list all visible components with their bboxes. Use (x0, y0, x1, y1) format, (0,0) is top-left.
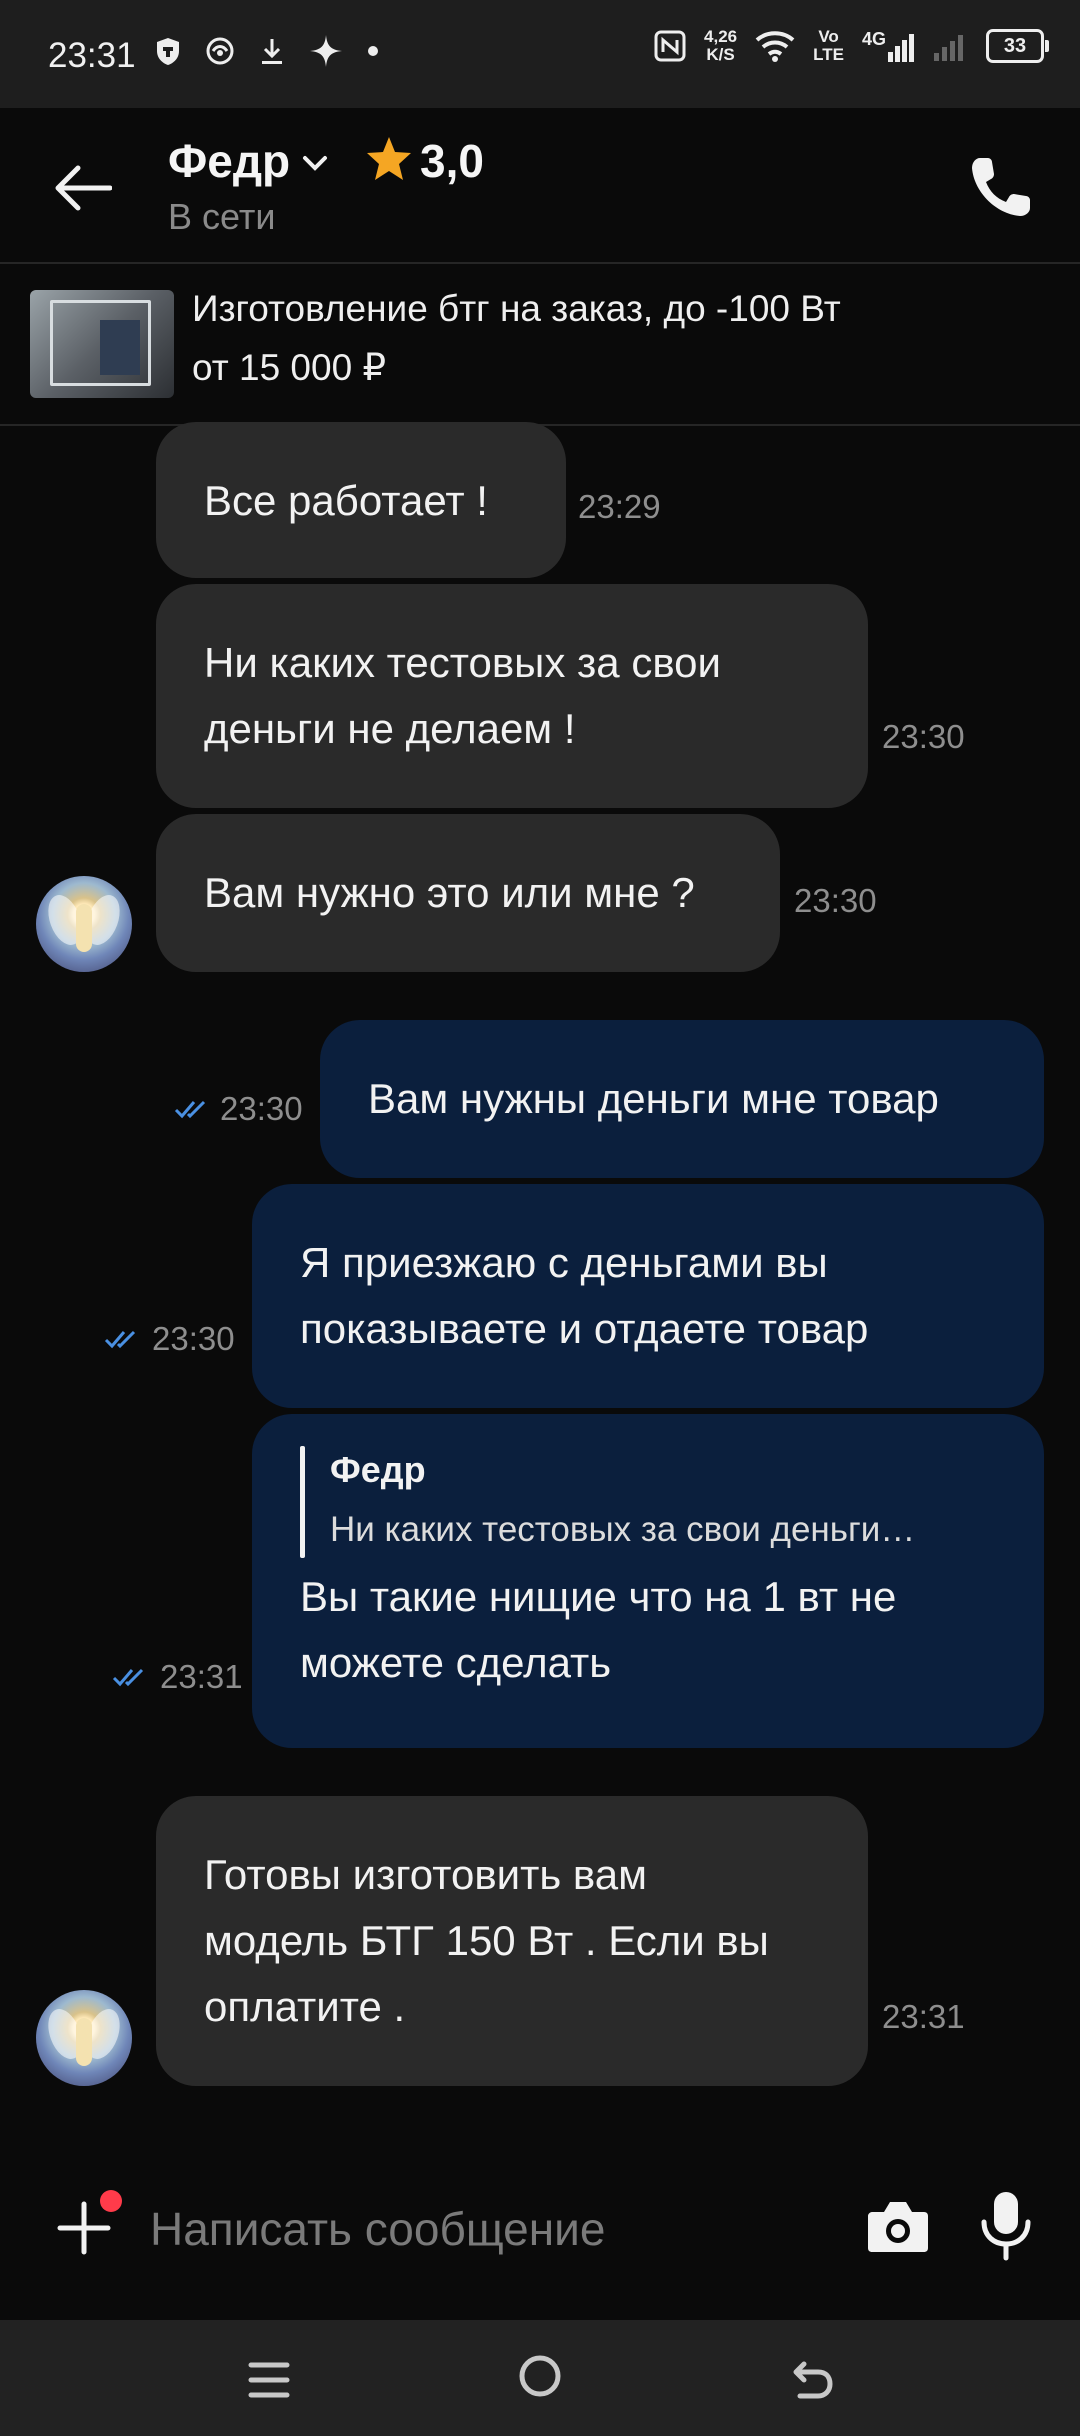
speed-value: 4,26 (704, 27, 738, 46)
message-time: 23:30 (882, 718, 965, 755)
read-ticks-icon (112, 1668, 144, 1687)
message-text: Готовы изготовить вам модель БТГ 150 Вт … (204, 1842, 769, 2040)
camera-icon[interactable] (866, 2196, 930, 2256)
status-right-icons: 4,26 K/S Vo LTE 4G 33 (654, 28, 1049, 64)
shield-icon (157, 38, 179, 65)
seller-rating: 3,0 (420, 135, 484, 187)
status-time: 23:31 (48, 36, 136, 75)
signal-icon (888, 34, 914, 62)
battery-icon: 33 (986, 29, 1049, 63)
message-bubble-outgoing[interactable]: Федр Ни каких тестовых за свои деньги… В… (252, 1414, 1044, 1748)
message-time: 23:31 (160, 1658, 243, 1695)
message-input[interactable]: Написать сообщение (150, 2202, 605, 2256)
message-time: 23:31 (882, 1998, 965, 2035)
message-line: модель БТГ 150 Вт . Если вы (204, 1917, 769, 1964)
listing-thumbnail[interactable] (30, 290, 174, 398)
message-line: Я приезжаю с деньгами вы (300, 1239, 828, 1286)
message-text: Я приезжаю с деньгами вы показываете и о… (300, 1230, 868, 1362)
message-bubble-outgoing[interactable]: Я приезжаю с деньгами вы показываете и о… (252, 1184, 1044, 1408)
status-bar: 23:31 4,26 K/S Vo LTE 4G 33 (0, 0, 1080, 108)
message-bubble-incoming[interactable]: Все работает ! (156, 422, 566, 578)
thumbnail-detail (100, 320, 140, 375)
message-text: Ни каких тестовых за свои деньги не дела… (204, 630, 721, 762)
message-bubble-incoming[interactable]: Ни каких тестовых за свои деньги не дела… (156, 584, 868, 808)
message-time: 23:30 (152, 1320, 235, 1357)
message-composer: Написать сообщение (0, 2160, 1080, 2320)
message-text: Вы такие нищие что на 1 вт не можете сде… (300, 1564, 896, 1696)
home-circle-icon[interactable] (518, 2354, 562, 2398)
message-bubble-incoming[interactable]: Вам нужно это или мне ? (156, 814, 780, 972)
wifi-icon (755, 31, 795, 62)
sparkle-icon (310, 35, 342, 67)
dot-icon (368, 46, 378, 56)
volte-bottom: LTE (813, 45, 844, 64)
back-nav-icon[interactable] (790, 2356, 834, 2400)
status-left-icons (155, 34, 379, 68)
system-nav-bar (0, 2320, 1080, 2436)
recents-menu-icon[interactable] (248, 2360, 290, 2400)
star-icon (367, 137, 411, 180)
cellular-4g: 4G (862, 30, 916, 62)
chevron-down-icon[interactable] (300, 152, 330, 176)
message-line: Ни каких тестовых за свои (204, 639, 721, 686)
speed-unit: K/S (706, 45, 735, 64)
message-bubble-incoming[interactable]: Готовы изготовить вам модель БТГ 150 Вт … (156, 1796, 868, 2086)
listing-title[interactable]: Изготовление бтг на заказ, до -100 Вт (192, 288, 841, 330)
message-line: показываете и отдаете товар (300, 1305, 869, 1352)
message-time: 23:29 (578, 488, 661, 525)
network-speed: 4,26 K/S (704, 28, 737, 64)
signal-weak-icon (934, 35, 963, 61)
network-type: 4G (861, 29, 886, 49)
quote-text[interactable]: Ни каких тестовых за свои деньги… (330, 1508, 915, 1552)
quote-author: Федр (330, 1449, 426, 1490)
volte-indicator: Vo LTE (813, 28, 844, 64)
contact-name[interactable]: Федр (168, 134, 290, 188)
listing-card[interactable]: Изготовление бтг на заказ, до -100 Вт от… (0, 264, 1080, 426)
message-text: Вам нужно это или мне ? (204, 869, 695, 916)
avatar[interactable] (36, 876, 132, 972)
notification-dot (100, 2190, 122, 2212)
message-line: Вы такие нищие что на 1 вт не (300, 1573, 897, 1620)
message-bubble-outgoing[interactable]: Вам нужны деньги мне товар (320, 1020, 1044, 1178)
message-time: 23:30 (220, 1090, 303, 1127)
nfc-icon (654, 30, 686, 62)
microphone-icon[interactable] (978, 2190, 1034, 2262)
read-ticks-icon (104, 1330, 136, 1349)
volte-top: Vo (818, 27, 839, 46)
avatar[interactable] (36, 1990, 132, 2086)
chat-header: Федр 3,0 В сети (0, 108, 1080, 264)
message-time: 23:30 (794, 882, 877, 919)
message-text: Все работает ! (204, 477, 488, 524)
online-status: В сети (168, 196, 276, 237)
download-icon (262, 39, 282, 64)
message-line: оплатите . (204, 1983, 406, 2030)
listing-price: от 15 000 ₽ (192, 347, 386, 388)
phone-call-icon[interactable] (966, 152, 1036, 222)
vpn-icon (206, 37, 234, 65)
message-line: Готовы изготовить вам (204, 1851, 647, 1898)
read-ticks-icon (174, 1100, 206, 1119)
message-text: Вам нужны деньги мне товар (368, 1075, 939, 1122)
back-arrow-icon[interactable] (52, 163, 112, 213)
message-line: можете сделать (300, 1639, 612, 1686)
message-line: деньги не делаем ! (204, 705, 576, 752)
quote-bar (300, 1446, 305, 1558)
